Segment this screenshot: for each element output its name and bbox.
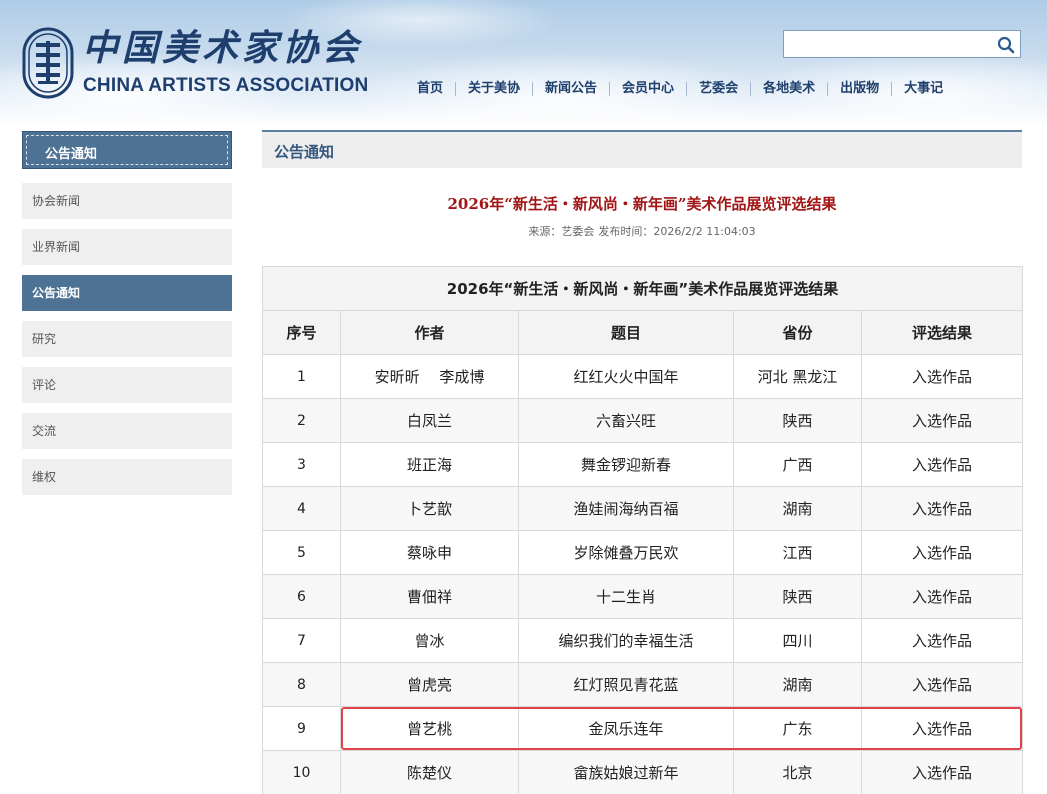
- cell-index: 2: [262, 398, 341, 443]
- cell-title: 金凤乐连年: [518, 706, 734, 751]
- cell-title: 十二生肖: [518, 574, 734, 619]
- cell-index: 4: [262, 486, 341, 531]
- cell-result: 入选作品: [860, 354, 1024, 399]
- cell-index: 7: [262, 618, 341, 663]
- header-index: 序号: [262, 310, 341, 355]
- cell-title: 渔娃闹海纳百福: [518, 486, 734, 531]
- main-nav: 首页 关于美协 新闻公告 会员中心 艺委会 各地美术 出版物 大事记: [405, 80, 955, 98]
- cell-author: 曾虎亮: [340, 662, 519, 707]
- article-meta: 来源：艺委会 发布时间：2026/2/2 11:04:03: [262, 223, 1022, 239]
- sidebar-item-reviews[interactable]: 评论: [22, 367, 232, 403]
- header-author: 作者: [340, 310, 519, 355]
- cell-province: 河北 黑龙江: [733, 354, 862, 399]
- cell-result: 入选作品: [860, 706, 1024, 751]
- header-title: 题目: [518, 310, 734, 355]
- article-publish-time: 发布时间：2026/2/2 11:04:03: [598, 225, 756, 238]
- cell-author: 白凤兰: [340, 398, 519, 443]
- cell-title: 岁除傩叠万民欢: [518, 530, 734, 575]
- sidebar-item-announcements[interactable]: 公告通知: [22, 275, 232, 311]
- sidebar-item-industry-news[interactable]: 业界新闻: [22, 229, 232, 265]
- table-row: 1 安昕昕 李成博 红红火火中国年 河北 黑龙江 入选作品: [262, 354, 1024, 399]
- nav-publications[interactable]: 出版物: [828, 81, 891, 97]
- nav-about[interactable]: 关于美协: [456, 81, 532, 97]
- table-header-row: 序号 作者 题目 省份 评选结果: [262, 310, 1024, 355]
- cell-title: 舞金锣迎新春: [518, 442, 734, 487]
- cell-author: 卜艺歆: [340, 486, 519, 531]
- cell-result: 入选作品: [860, 486, 1024, 531]
- article-source: 来源：艺委会: [528, 225, 595, 238]
- cell-author: 陈楚仪: [340, 750, 519, 794]
- cell-index: 9: [262, 706, 341, 751]
- nav-news[interactable]: 新闻公告: [533, 81, 609, 97]
- cell-province: 湖南: [733, 486, 862, 531]
- sidebar-title-box: 公告通知: [22, 131, 232, 169]
- sidebar-item-exchange[interactable]: 交流: [22, 413, 232, 449]
- cell-index: 5: [262, 530, 341, 575]
- cell-province: 北京: [733, 750, 862, 794]
- cell-result: 入选作品: [860, 574, 1024, 619]
- header-result: 评选结果: [860, 310, 1024, 355]
- cell-province: 江西: [733, 530, 862, 575]
- cell-author: 蔡咏申: [340, 530, 519, 575]
- cell-index: 6: [262, 574, 341, 619]
- table-row: 2 白凤兰 六畜兴旺 陕西 入选作品: [262, 398, 1024, 443]
- cell-province: 湖南: [733, 662, 862, 707]
- cell-author: 安昕昕 李成博: [340, 354, 519, 399]
- table-row: 10 陈楚仪 畲族姑娘过新年 北京 入选作品: [262, 750, 1024, 794]
- cell-title: 红灯照见青花蓝: [518, 662, 734, 707]
- section-title: 公告通知: [274, 143, 335, 161]
- sidebar-item-association-news[interactable]: 协会新闻: [22, 183, 232, 219]
- cell-result: 入选作品: [860, 530, 1024, 575]
- cell-province: 四川: [733, 618, 862, 663]
- table-row: 9 曾艺桃 金凤乐连年 广东 入选作品: [262, 706, 1024, 751]
- cell-author: 班正海: [340, 442, 519, 487]
- table-caption: 2026年“新生活・新风尚・新年画”美术作品展览评选结果: [261, 266, 1024, 311]
- table-row: 5 蔡咏申 岁除傩叠万民欢 江西 入选作品: [262, 530, 1024, 575]
- cell-result: 入选作品: [860, 662, 1024, 707]
- header-province: 省份: [733, 310, 862, 355]
- table-row: 4 卜艺歆 渔娃闹海纳百福 湖南 入选作品: [262, 486, 1024, 531]
- article-title: 2026年“新生活・新风尚・新年画”美术作品展览评选结果: [447, 195, 837, 213]
- results-table: 2026年“新生活・新风尚・新年画”美术作品展览评选结果 序号 作者 题目 省份…: [261, 266, 1024, 794]
- association-seal-logo[interactable]: [22, 27, 74, 99]
- cell-result: 入选作品: [860, 750, 1024, 794]
- search-input[interactable]: [783, 30, 1021, 58]
- sidebar-title: 公告通知: [45, 147, 98, 162]
- cell-index: 1: [262, 354, 341, 399]
- nav-home[interactable]: 首页: [405, 81, 455, 97]
- cell-province: 广西: [733, 442, 862, 487]
- table-row: 3 班正海 舞金锣迎新春 广西 入选作品: [262, 442, 1024, 487]
- cell-title: 畲族姑娘过新年: [518, 750, 734, 794]
- cell-result: 入选作品: [860, 618, 1024, 663]
- table-row: 8 曾虎亮 红灯照见青花蓝 湖南 入选作品: [262, 662, 1024, 707]
- cell-index: 3: [262, 442, 341, 487]
- cell-title: 编织我们的幸福生活: [518, 618, 734, 663]
- site-header: 中国美术家协会 CHINA ARTISTS ASSOCIATION 首页 关于美…: [0, 0, 1047, 125]
- nav-regional-art[interactable]: 各地美术: [751, 81, 827, 97]
- cell-province: 广东: [733, 706, 862, 751]
- cell-author: 曹佃祥: [340, 574, 519, 619]
- nav-chronicle[interactable]: 大事记: [892, 81, 955, 97]
- logo-chinese-title[interactable]: 中国美术家协会: [82, 26, 374, 70]
- cell-province: 陕西: [733, 574, 862, 619]
- cell-author: 曾艺桃: [340, 706, 519, 751]
- search-icon[interactable]: [996, 35, 1016, 55]
- section-header: 公告通知: [262, 130, 1022, 168]
- sidebar-item-research[interactable]: 研究: [22, 321, 232, 357]
- nav-art-committee[interactable]: 艺委会: [687, 81, 750, 97]
- cell-index: 8: [262, 662, 341, 707]
- cell-author: 曾冰: [340, 618, 519, 663]
- cell-province: 陕西: [733, 398, 862, 443]
- sidebar-item-rights[interactable]: 维权: [22, 459, 232, 495]
- table-row: 6 曹佃祥 十二生肖 陕西 入选作品: [262, 574, 1024, 619]
- cell-result: 入选作品: [860, 442, 1024, 487]
- cell-index: 10: [262, 750, 341, 794]
- cell-title: 六畜兴旺: [518, 398, 734, 443]
- cell-title: 红红火火中国年: [518, 354, 734, 399]
- logo-english-title[interactable]: CHINA ARTISTS ASSOCIATION: [83, 75, 368, 97]
- table-row: 7 曾冰 编织我们的幸福生活 四川 入选作品: [262, 618, 1024, 663]
- nav-members[interactable]: 会员中心: [610, 81, 686, 97]
- cell-result: 入选作品: [860, 398, 1024, 443]
- table-caption-row: 2026年“新生活・新风尚・新年画”美术作品展览评选结果: [261, 266, 1024, 311]
